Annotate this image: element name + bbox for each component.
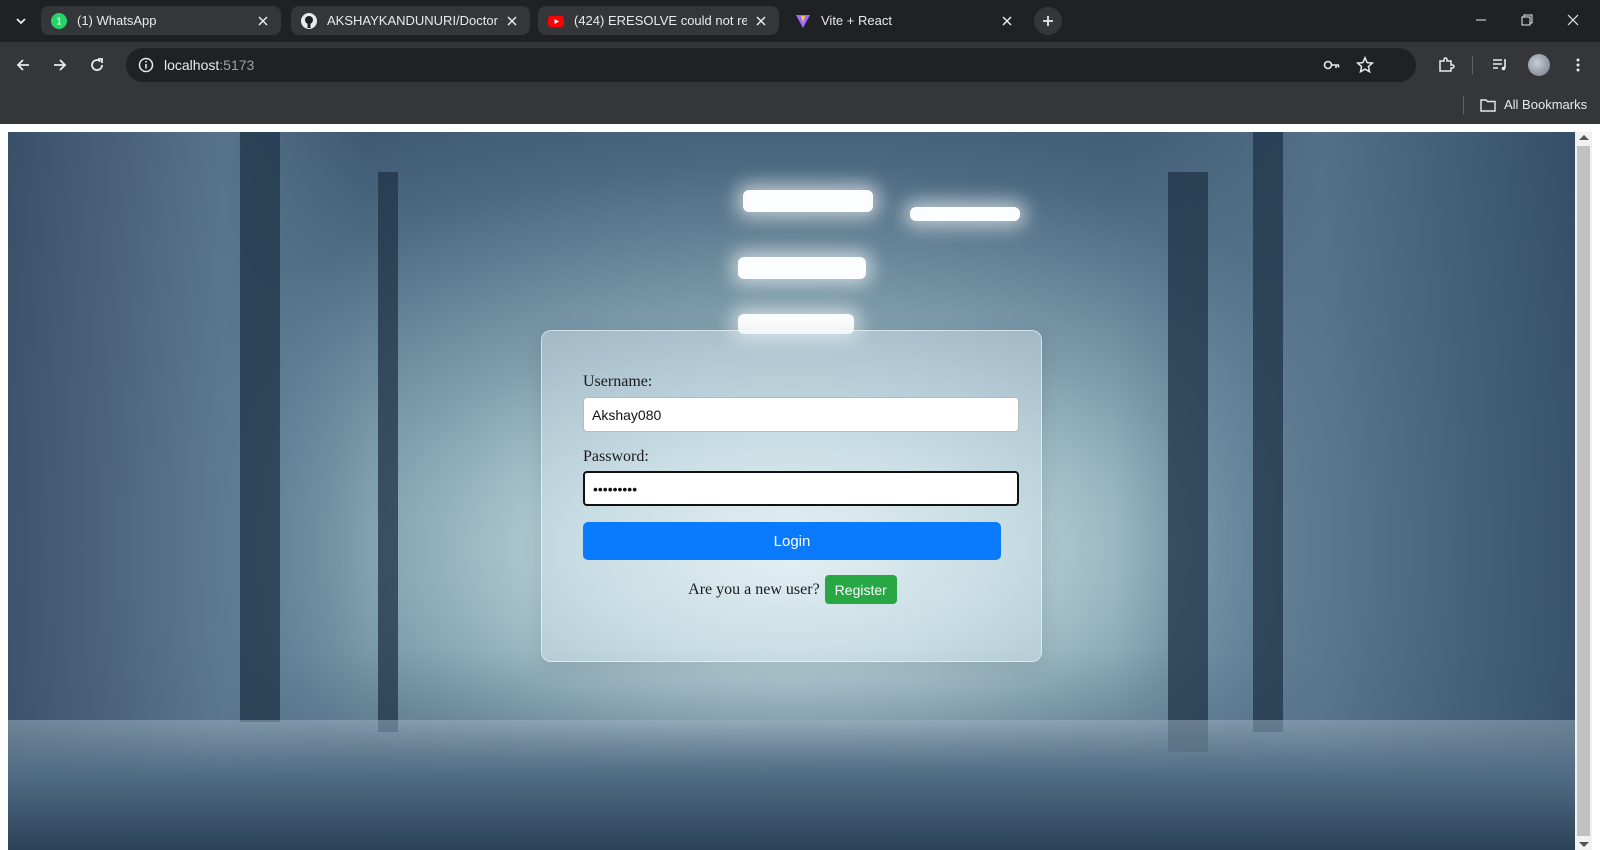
media-controls-button[interactable]	[1486, 51, 1514, 79]
browser-menu-button[interactable]	[1564, 51, 1592, 79]
github-icon	[301, 12, 317, 29]
page-scrollbar[interactable]	[1575, 132, 1592, 850]
bookmarks-bar: All Bookmarks	[0, 88, 1600, 124]
minimize-button[interactable]	[1458, 0, 1504, 40]
profile-avatar[interactable]	[1528, 54, 1550, 76]
tab-search-button[interactable]	[8, 8, 34, 34]
more-vertical-icon	[1576, 58, 1580, 72]
close-icon	[1567, 14, 1579, 26]
address-bar[interactable]: localhost:5173	[126, 48, 1416, 82]
new-tab-button[interactable]	[1034, 7, 1062, 35]
puzzle-icon	[1439, 57, 1455, 72]
restore-icon	[1521, 14, 1533, 26]
page-viewport: Username: Password: Login Are you a new …	[0, 124, 1600, 850]
username-label: Username:	[583, 373, 653, 390]
bookmark-star-button[interactable]	[1353, 53, 1377, 77]
register-row: Are you a new user? Register	[542, 575, 1043, 604]
scrollbar-thumb[interactable]	[1577, 146, 1590, 836]
door-frame	[378, 172, 398, 732]
login-card: Username: Password: Login Are you a new …	[541, 330, 1042, 662]
plus-icon	[1043, 16, 1053, 26]
login-button[interactable]: Login	[583, 522, 1001, 560]
ceiling-light	[743, 190, 873, 212]
close-tab-icon[interactable]	[753, 13, 769, 29]
forward-button[interactable]	[46, 51, 74, 79]
password-key-button[interactable]	[1320, 53, 1344, 77]
door-frame	[240, 132, 280, 722]
back-button[interactable]	[9, 51, 37, 79]
restore-button[interactable]	[1504, 0, 1550, 40]
playlist-icon	[1493, 59, 1506, 71]
tab-strip: 1 (1) WhatsApp AKSHAYKANDUNURI/Doctor-A …	[0, 0, 1600, 42]
register-button[interactable]: Register	[824, 575, 897, 604]
minimize-icon	[1476, 19, 1486, 21]
whatsapp-icon: 1	[51, 12, 67, 29]
bookmarks-divider	[1463, 96, 1464, 114]
chevron-down-icon	[16, 18, 26, 25]
username-input[interactable]	[583, 397, 1019, 432]
tab-title: AKSHAYKANDUNURI/Doctor-A	[327, 13, 498, 28]
corridor-floor	[8, 720, 1575, 850]
tab-title: (1) WhatsApp	[77, 13, 157, 28]
youtube-icon	[548, 15, 564, 27]
close-tab-icon[interactable]	[255, 13, 271, 29]
door-frame	[1168, 172, 1208, 752]
close-tab-icon[interactable]	[999, 13, 1015, 29]
extensions-button[interactable]	[1432, 51, 1460, 79]
key-icon	[1323, 60, 1340, 70]
all-bookmarks-label: All Bookmarks	[1504, 97, 1588, 112]
browser-toolbar: localhost:5173	[0, 42, 1600, 88]
tab-vite-react[interactable]: Vite + React	[785, 6, 1025, 35]
reload-icon	[91, 58, 103, 71]
star-icon	[1356, 56, 1374, 74]
close-tab-icon[interactable]	[504, 13, 520, 29]
door-frame	[1253, 132, 1283, 732]
reload-button[interactable]	[83, 51, 111, 79]
svg-text:1: 1	[56, 16, 62, 27]
scroll-down-icon[interactable]	[1579, 842, 1589, 847]
info-icon	[138, 57, 154, 73]
password-label: Password:	[583, 448, 649, 465]
password-input[interactable]	[583, 471, 1019, 506]
scroll-up-icon[interactable]	[1579, 135, 1589, 140]
tab-youtube[interactable]: (424) ERESOLVE could not resol	[538, 6, 779, 35]
tab-github[interactable]: AKSHAYKANDUNURI/Doctor-A	[291, 6, 530, 35]
tab-whatsapp[interactable]: 1 (1) WhatsApp	[41, 6, 281, 35]
folder-icon	[1480, 98, 1496, 112]
url-text: localhost:5173	[164, 57, 255, 73]
arrow-left-icon	[16, 59, 29, 71]
tab-title: Vite + React	[821, 13, 892, 28]
tab-title: (424) ERESOLVE could not resol	[574, 13, 747, 28]
site-info-button[interactable]	[134, 53, 158, 77]
toolbar-divider	[1472, 56, 1473, 74]
arrow-right-icon	[54, 59, 67, 71]
all-bookmarks-button[interactable]: All Bookmarks	[1480, 97, 1587, 112]
close-window-button[interactable]	[1550, 0, 1596, 40]
ceiling-light	[910, 207, 1020, 221]
ceiling-light	[738, 257, 866, 279]
vite-icon	[796, 14, 810, 28]
new-user-prompt: Are you a new user?	[688, 580, 820, 598]
